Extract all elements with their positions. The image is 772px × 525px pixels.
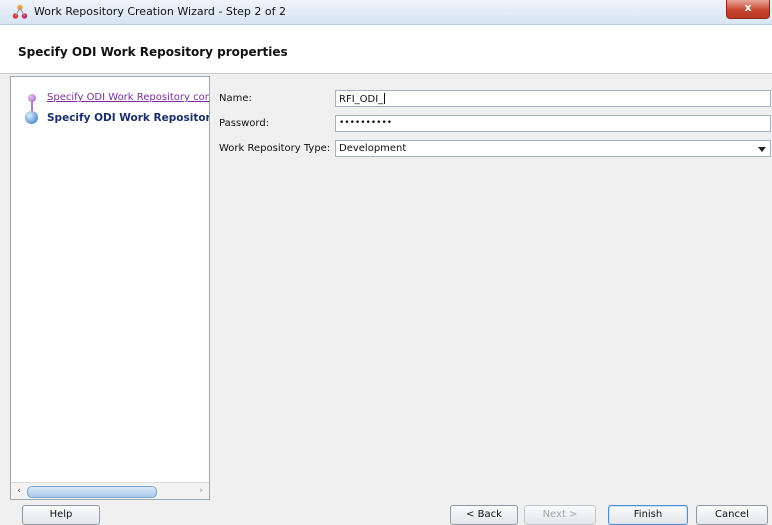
password-field[interactable]: •••••••••• xyxy=(335,115,771,132)
title-bar[interactable]: Work Repository Creation Wizard - Step 2… xyxy=(0,0,772,25)
steps-panel: Specify ODI Work Repository conn Specify… xyxy=(10,76,210,500)
password-label: Password: xyxy=(219,118,270,129)
scrollbar-thumb[interactable] xyxy=(27,486,157,498)
back-button[interactable]: < Back xyxy=(450,505,518,525)
step-item-properties[interactable]: Specify ODI Work Repository xyxy=(47,112,209,124)
wizard-window: Work Repository Creation Wizard - Step 2… xyxy=(0,0,772,525)
repository-type-label: Work Repository Type: xyxy=(219,143,331,154)
close-button[interactable]: x xyxy=(726,0,770,19)
name-label: Name: xyxy=(219,93,252,104)
odi-wizard-icon xyxy=(12,4,28,19)
repository-type-value: Development xyxy=(339,143,407,154)
chevron-down-icon[interactable] xyxy=(758,147,766,152)
cancel-button[interactable]: Cancel xyxy=(696,505,768,525)
name-field[interactable]: RFI_ODI_ xyxy=(335,90,771,107)
password-value: •••••••••• xyxy=(339,118,393,128)
page-title: Specify ODI Work Repository properties xyxy=(18,45,288,59)
finish-button[interactable]: Finish xyxy=(608,505,688,525)
window-title: Work Repository Creation Wizard - Step 2… xyxy=(34,5,286,18)
horizontal-scrollbar[interactable]: ‹ › xyxy=(11,482,209,499)
completed-step-icon xyxy=(28,94,36,102)
name-value: RFI_ODI_ xyxy=(339,94,384,105)
help-button[interactable]: Help xyxy=(22,505,100,525)
scroll-left-icon[interactable]: ‹ xyxy=(13,485,25,497)
current-step-icon xyxy=(25,111,38,124)
wizard-header: Specify ODI Work Repository properties xyxy=(0,25,772,74)
next-button[interactable]: Next > xyxy=(524,505,596,525)
scroll-right-icon[interactable]: › xyxy=(195,485,207,497)
text-caret xyxy=(384,93,386,104)
repository-type-select[interactable]: Development xyxy=(335,140,771,157)
step-item-connection[interactable]: Specify ODI Work Repository conn xyxy=(47,92,209,103)
